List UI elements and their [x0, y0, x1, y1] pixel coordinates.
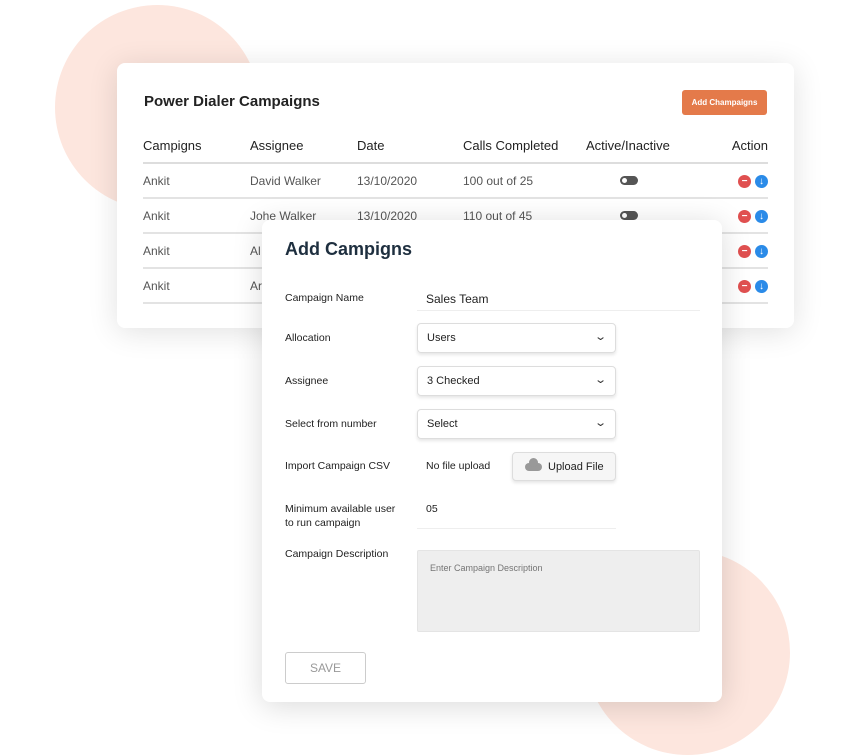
column-header: Calls Completed [463, 129, 586, 164]
delete-icon[interactable]: − [738, 210, 751, 223]
active-toggle[interactable] [620, 175, 638, 185]
add-campaigns-button[interactable]: Add Champaigns [682, 90, 767, 115]
campaign-cell: Ankit [143, 233, 250, 269]
add-campaign-modal: Add Campigns Campaign Name Sales Team Al… [262, 220, 722, 702]
download-icon[interactable]: ↓ [755, 280, 768, 293]
column-header: Action [696, 129, 768, 164]
delete-icon[interactable]: − [738, 175, 751, 188]
active-toggle[interactable] [620, 210, 638, 220]
input-underline [417, 310, 700, 311]
assignee-select[interactable]: 3 Checked ⌄ [417, 366, 616, 396]
min-users-input[interactable]: 05 [426, 503, 438, 515]
campaign-cell: Ankit [143, 163, 250, 199]
campaign-cell: Ankit [143, 198, 250, 234]
allocation-select[interactable]: Users ⌄ [417, 323, 616, 353]
date-cell: 13/10/2020 [357, 163, 463, 199]
min-users-label-line: to run campaign [285, 517, 361, 529]
assignee-value: 3 Checked [427, 375, 480, 387]
min-users-label-line: Minimum available user [285, 503, 396, 515]
from-number-value: Select [427, 418, 458, 430]
allocation-label: Allocation [285, 332, 331, 344]
allocation-value: Users [427, 332, 456, 344]
campaign-name-label: Campaign Name [285, 292, 364, 304]
column-header: Active/Inactive [586, 129, 696, 164]
card-title: Power Dialer Campaigns [144, 93, 320, 110]
upload-label: Upload File [548, 461, 604, 473]
delete-icon[interactable]: − [738, 280, 751, 293]
cloud-icon [525, 458, 542, 471]
assignee-label: Assignee [285, 375, 329, 387]
calls-cell: 100 out of 25 [463, 163, 586, 199]
csv-status: No file upload [426, 460, 491, 472]
download-icon[interactable]: ↓ [755, 175, 768, 188]
column-header: Campigns [143, 129, 250, 164]
campaign-name-input[interactable]: Sales Team [426, 292, 488, 306]
min-users-label: Minimum available user to run campaign [285, 502, 395, 530]
description-label: Campaign Description [285, 548, 389, 560]
column-header: Date [357, 129, 463, 164]
from-number-label: Select from number [285, 418, 377, 430]
column-header: Assignee [250, 129, 357, 164]
chevron-down-icon: ⌄ [593, 374, 607, 386]
input-underline [417, 528, 616, 529]
modal-title: Add Campigns [285, 239, 413, 259]
delete-icon[interactable]: − [738, 245, 751, 258]
chevron-down-icon: ⌄ [593, 417, 607, 429]
campaign-cell: Ankit [143, 268, 250, 304]
chevron-down-icon: ⌄ [593, 331, 607, 343]
table-row: Ankit David Walker 13/10/2020 100 out of… [143, 163, 768, 199]
from-number-select[interactable]: Select ⌄ [417, 409, 616, 439]
save-button[interactable]: SAVE [285, 652, 366, 684]
assignee-cell: David Walker [250, 163, 357, 199]
download-icon[interactable]: ↓ [755, 245, 768, 258]
csv-label: Import Campaign CSV [285, 460, 391, 472]
description-textarea[interactable] [417, 550, 700, 632]
download-icon[interactable]: ↓ [755, 210, 768, 223]
upload-file-button[interactable]: Upload File [512, 452, 616, 481]
